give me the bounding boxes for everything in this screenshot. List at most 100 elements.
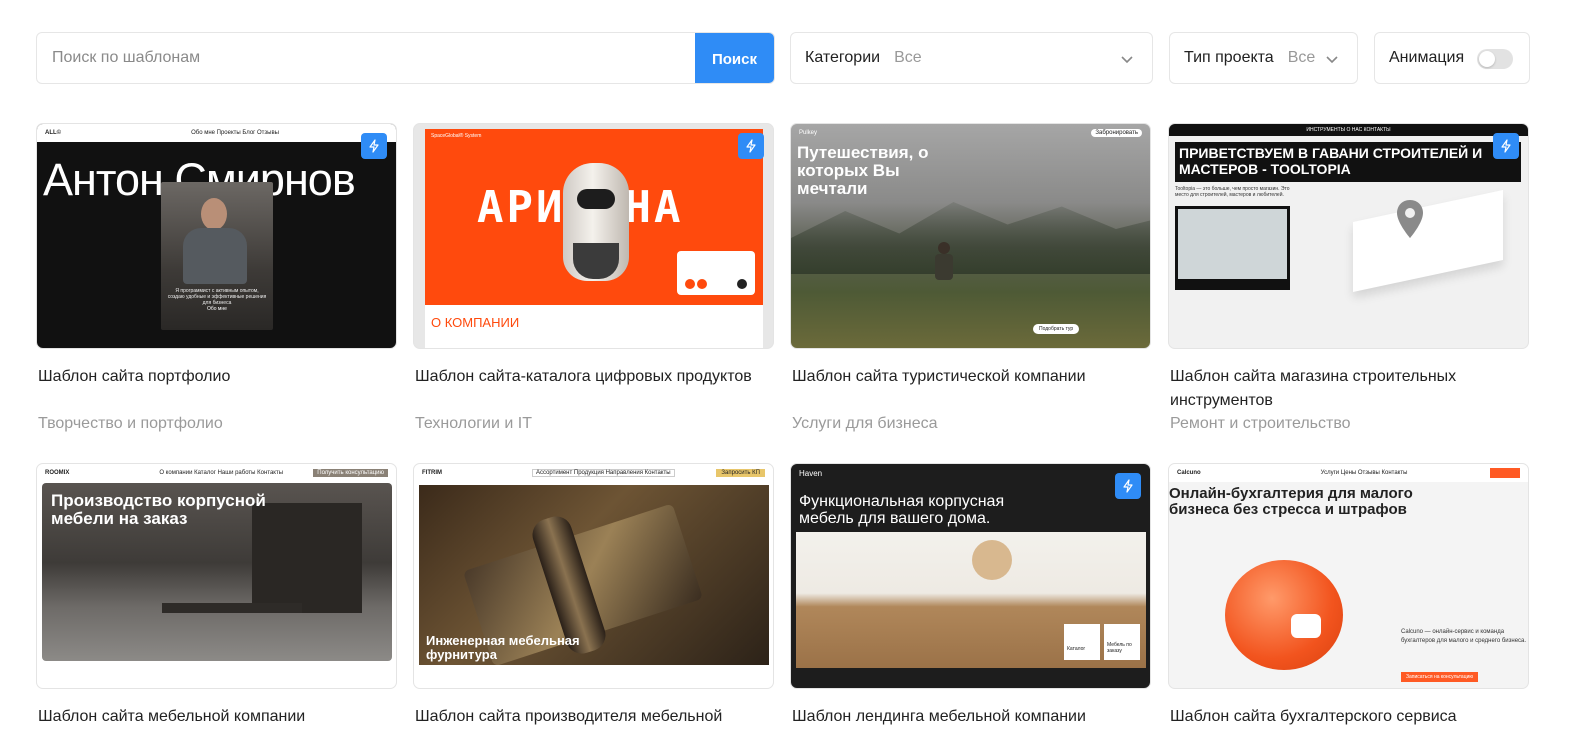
template-title[interactable]: Шаблон сайта мебельной компании [38, 705, 378, 729]
animated-badge [1115, 473, 1141, 499]
dot [685, 279, 695, 289]
categories-select[interactable]: Категории Все [790, 32, 1153, 84]
template-preview[interactable]: ИНСТРУМЕНТЫ О НАС КОНТАКТЫ ПРИВЕТСТВУЕМ … [1168, 123, 1529, 349]
project-type-value: Все [1287, 49, 1316, 66]
preview-button: Записаться на консультацию [1401, 672, 1479, 682]
template-preview[interactable]: ALL© Обо мне Проекты Блог Отзывы Антон С… [36, 123, 397, 349]
template-title[interactable]: Шаблон сайта магазина строительных инстр… [1170, 365, 1510, 413]
preview-text: Calcuno — онлайн-сервис и команда бухгал… [1401, 629, 1527, 644]
animated-badge [1493, 133, 1519, 159]
dot [697, 279, 707, 289]
preview-nav: Calcuno Услуги Цены Отзывы Контакты [1169, 464, 1528, 482]
template-category: Творчество и портфолио [38, 415, 223, 432]
chevron-down-icon [1121, 56, 1133, 64]
nav-cta [1490, 468, 1520, 478]
template-title[interactable]: Шаблон сайта портфолио [38, 365, 378, 389]
preview-nav: Haven [791, 464, 1150, 482]
preview-nav-links: Ассортимент Продукция Направления Контак… [532, 469, 675, 477]
animated-badge [361, 133, 387, 159]
preview-nav-links: Услуги Цены Отзывы Контакты [1320, 470, 1408, 476]
animation-label: Анимация [1389, 49, 1465, 66]
map-block [1175, 206, 1290, 290]
preview-cta: Подобрать тур [1033, 324, 1080, 334]
equals-key [1291, 614, 1321, 638]
portrait-image: Я программист с активным опытом, создаю … [161, 182, 273, 330]
template-preview[interactable]: SpaceGlobal® System АРИАДНА О КОМПАНИИ [413, 123, 774, 349]
template-preview[interactable]: Pulkey Забронировать Путешествия, о кото… [790, 123, 1151, 349]
preview-nav: ИНСТРУМЕНТЫ О НАС КОНТАКТЫ [1169, 124, 1528, 136]
table [162, 603, 302, 613]
preview-button: Обо мне [207, 306, 227, 312]
preview-nav-button: Забронировать [1091, 129, 1142, 137]
template-title[interactable]: Шаблон сайта туристической компании [792, 365, 1132, 389]
project-type-select[interactable]: Тип проекта Все [1169, 32, 1358, 84]
preview-logo: FITRIM [422, 470, 442, 476]
preview-nav: Pulkey Забронировать [791, 124, 1150, 142]
template-category: Технологии и IT [415, 415, 532, 432]
preview-headline: ПРИВЕТСТВУЕМ В ГАВАНИ СТРОИТЕЛЕЙ И МАСТЕ… [1175, 142, 1521, 182]
search-box: Поиск [36, 32, 775, 84]
info-card [677, 251, 755, 295]
template-title[interactable]: Шаблон сайта-каталога цифровых продуктов [415, 365, 755, 389]
vase [972, 540, 1012, 580]
lightning-icon [1123, 479, 1133, 493]
preview-logo: SpaceGlobal® System [431, 133, 482, 139]
3d-card [1353, 190, 1503, 292]
template-preview[interactable]: ROOMIX О компании Каталог Наши работы Ко… [36, 463, 397, 689]
preview-section-title: О КОМПАНИИ [431, 315, 520, 330]
arrow-circle [737, 279, 747, 289]
template-category: Ремонт и строительство [1170, 415, 1351, 432]
template-title[interactable]: Шаблон сайта производителя мебельной [415, 705, 755, 729]
preview-headline: Онлайн-бухгалтерия для малого бизнеса бе… [1169, 485, 1413, 518]
preview-logo: Haven [799, 468, 823, 478]
map-image [1178, 209, 1287, 279]
preview-text: Tooltopia — это больше, чем просто магаз… [1175, 186, 1290, 198]
location-pin-icon [1397, 200, 1423, 238]
template-preview[interactable]: Calcuno Услуги Цены Отзывы Контакты Онла… [1168, 463, 1529, 689]
animated-badge [738, 133, 764, 159]
search-button[interactable]: Поиск [695, 33, 774, 83]
categories-value: Все [894, 49, 922, 66]
preview-nav-button: Получить консультацию [313, 469, 388, 477]
toggle-knob [1479, 51, 1495, 67]
device-base [573, 243, 619, 279]
preview-nav: ROOMIX О компании Каталог Наши работы Ко… [37, 464, 396, 482]
project-type-label: Тип проекта [1184, 49, 1274, 66]
device-face [577, 189, 615, 209]
template-category: Услуги для бизнеса [792, 415, 938, 432]
preview-nav-links: О компании Каталог Наши работы Контакты [159, 470, 284, 476]
template-title[interactable]: Шаблон сайта бухгалтерского сервиса [1170, 705, 1510, 729]
lightning-icon [369, 139, 379, 153]
filter-bar: Поиск Категории Все Тип проекта Все Аним… [36, 32, 1530, 84]
template-preview[interactable]: FITRIM Ассортимент Продукция Направления… [413, 463, 774, 689]
portrait-head [201, 198, 227, 230]
preview-headline: Производство корпусной мебели на заказ [51, 491, 266, 528]
preview-nav-links: Обо мне Проекты Блог Отзывы [191, 130, 279, 136]
lightning-icon [1501, 139, 1511, 153]
preview-logo: ROOMIX [45, 470, 70, 476]
animation-toggle[interactable] [1477, 49, 1513, 69]
preview-text: Я программист с активным опытом, создаю … [167, 288, 267, 306]
preview-nav: ALL© Обо мне Проекты Блог Отзывы [37, 124, 396, 142]
body [935, 254, 953, 280]
hero-block: SpaceGlobal® System АРИАДНА [425, 129, 763, 305]
preview-nav: FITRIM Ассортимент Продукция Направления… [414, 464, 773, 482]
portrait-body [183, 228, 247, 284]
device-image [563, 163, 629, 281]
template-preview[interactable]: Haven Функциональная корпусная мебель дл… [790, 463, 1151, 689]
template-title[interactable]: Шаблон лендинга мебельной компании [792, 705, 1132, 729]
hero-image: Каталог Мебель по заказу [796, 532, 1146, 668]
traveler-figure [933, 224, 953, 294]
lightning-icon [746, 139, 756, 153]
animation-filter: Анимация [1374, 32, 1530, 84]
categories-label: Категории [805, 49, 881, 66]
preview-tile-1: Каталог [1064, 624, 1100, 660]
about-block: О КОМПАНИИ [425, 305, 763, 348]
preview-nav-links: ИНСТРУМЕНТЫ О НАС КОНТАКТЫ [1306, 127, 1391, 133]
illustration [1225, 560, 1343, 670]
preview-nav-button: Запросить КП [716, 469, 765, 477]
preview-tile-2: Мебель по заказу [1104, 624, 1140, 660]
search-input[interactable] [37, 33, 697, 83]
preview-logo: Calcuno [1177, 470, 1201, 476]
preview-headline: Путешествия, о которых Вы мечтали [797, 143, 929, 198]
